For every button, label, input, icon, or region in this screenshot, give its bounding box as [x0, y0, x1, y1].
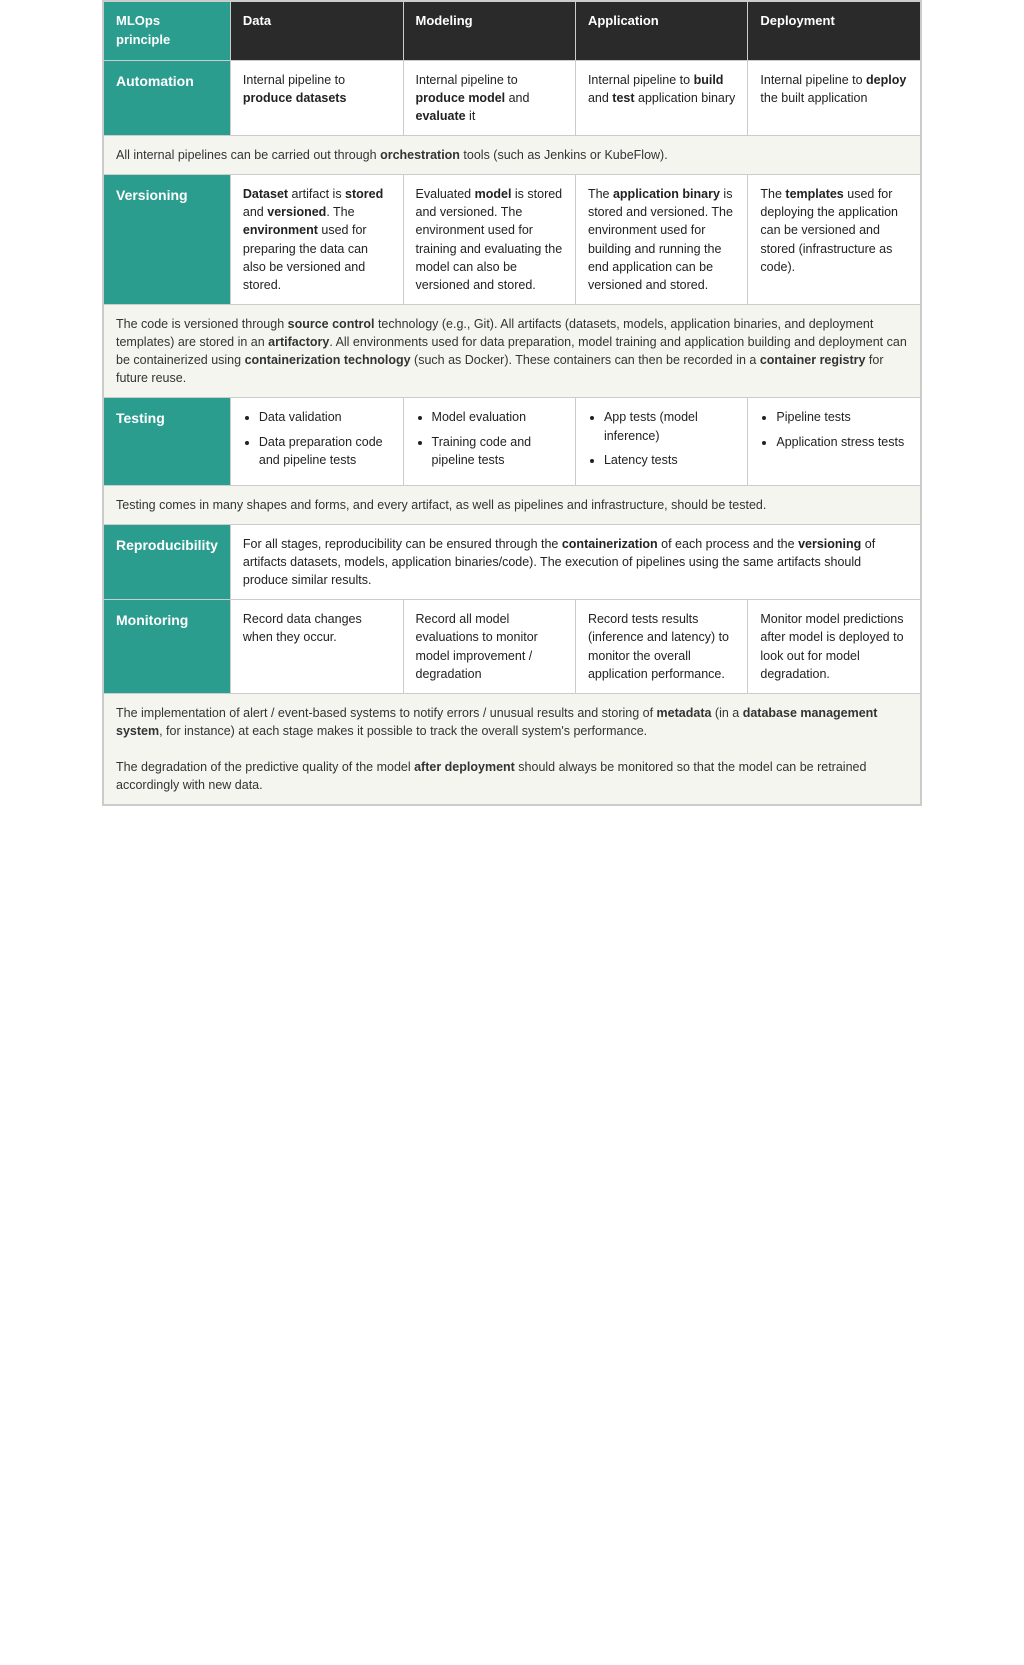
testing-deploy-item1: Pipeline tests: [776, 408, 908, 426]
testing-app-item1: App tests (model inference): [604, 408, 735, 444]
automation-modeling: Internal pipeline to produce model and e…: [403, 60, 575, 135]
versioning-data: Dataset artifact is stored and versioned…: [230, 175, 403, 305]
monitoring-span-row: The implementation of alert / event-base…: [104, 693, 921, 805]
testing-principle: Testing: [104, 398, 231, 485]
testing-modeling-item2: Training code and pipeline tests: [432, 433, 563, 469]
automation-span-row: All internal pipelines can be carried ou…: [104, 136, 921, 175]
testing-modeling-item1: Model evaluation: [432, 408, 563, 426]
monitoring-principle: Monitoring: [104, 600, 231, 694]
versioning-row: Versioning Dataset artifact is stored an…: [104, 175, 921, 305]
testing-data: Data validation Data preparation code an…: [230, 398, 403, 485]
monitoring-span-p1: The implementation of alert / event-base…: [116, 704, 908, 740]
versioning-span-row: The code is versioned through source con…: [104, 304, 921, 398]
mlops-table: MLOpsprinciple Data Modeling Application…: [102, 0, 922, 806]
automation-data: Internal pipeline to produce datasets: [230, 60, 403, 135]
versioning-span-text: The code is versioned through source con…: [104, 304, 921, 398]
testing-span-row: Testing comes in many shapes and forms, …: [104, 485, 921, 524]
header-modeling: Modeling: [403, 2, 575, 61]
testing-deployment: Pipeline tests Application stress tests: [748, 398, 921, 485]
versioning-modeling: Evaluated model is stored and versioned.…: [403, 175, 575, 305]
monitoring-deployment: Monitor model predictions after model is…: [748, 600, 921, 694]
header-deployment: Deployment: [748, 2, 921, 61]
automation-deployment: Internal pipeline to deploy the built ap…: [748, 60, 921, 135]
testing-span-text: Testing comes in many shapes and forms, …: [104, 485, 921, 524]
testing-data-item1: Data validation: [259, 408, 391, 426]
automation-row: Automation Internal pipeline to produce …: [104, 60, 921, 135]
monitoring-row: Monitoring Record data changes when they…: [104, 600, 921, 694]
versioning-application: The application binary is stored and ver…: [575, 175, 747, 305]
testing-application: App tests (model inference) Latency test…: [575, 398, 747, 485]
monitoring-span-p2: The degradation of the predictive qualit…: [116, 758, 908, 794]
header-principle: MLOpsprinciple: [104, 2, 231, 61]
testing-row: Testing Data validation Data preparation…: [104, 398, 921, 485]
automation-application: Internal pipeline to build and test appl…: [575, 60, 747, 135]
testing-modeling: Model evaluation Training code and pipel…: [403, 398, 575, 485]
monitoring-application: Record tests results (inference and late…: [575, 600, 747, 694]
header-data: Data: [230, 2, 403, 61]
testing-deploy-item2: Application stress tests: [776, 433, 908, 451]
automation-principle: Automation: [104, 60, 231, 135]
testing-app-item2: Latency tests: [604, 451, 735, 469]
monitoring-modeling: Record all model evaluations to monitor …: [403, 600, 575, 694]
automation-span-text: All internal pipelines can be carried ou…: [104, 136, 921, 175]
reproducibility-row: Reproducibility For all stages, reproduc…: [104, 524, 921, 599]
header-application: Application: [575, 2, 747, 61]
reproducibility-text: For all stages, reproducibility can be e…: [230, 524, 920, 599]
monitoring-span-text: The implementation of alert / event-base…: [104, 693, 921, 805]
versioning-principle: Versioning: [104, 175, 231, 305]
testing-data-item2: Data preparation code and pipeline tests: [259, 433, 391, 469]
monitoring-data: Record data changes when they occur.: [230, 600, 403, 694]
table-header: MLOpsprinciple Data Modeling Application…: [104, 2, 921, 61]
reproducibility-principle: Reproducibility: [104, 524, 231, 599]
versioning-deployment: The templates used for deploying the app…: [748, 175, 921, 305]
